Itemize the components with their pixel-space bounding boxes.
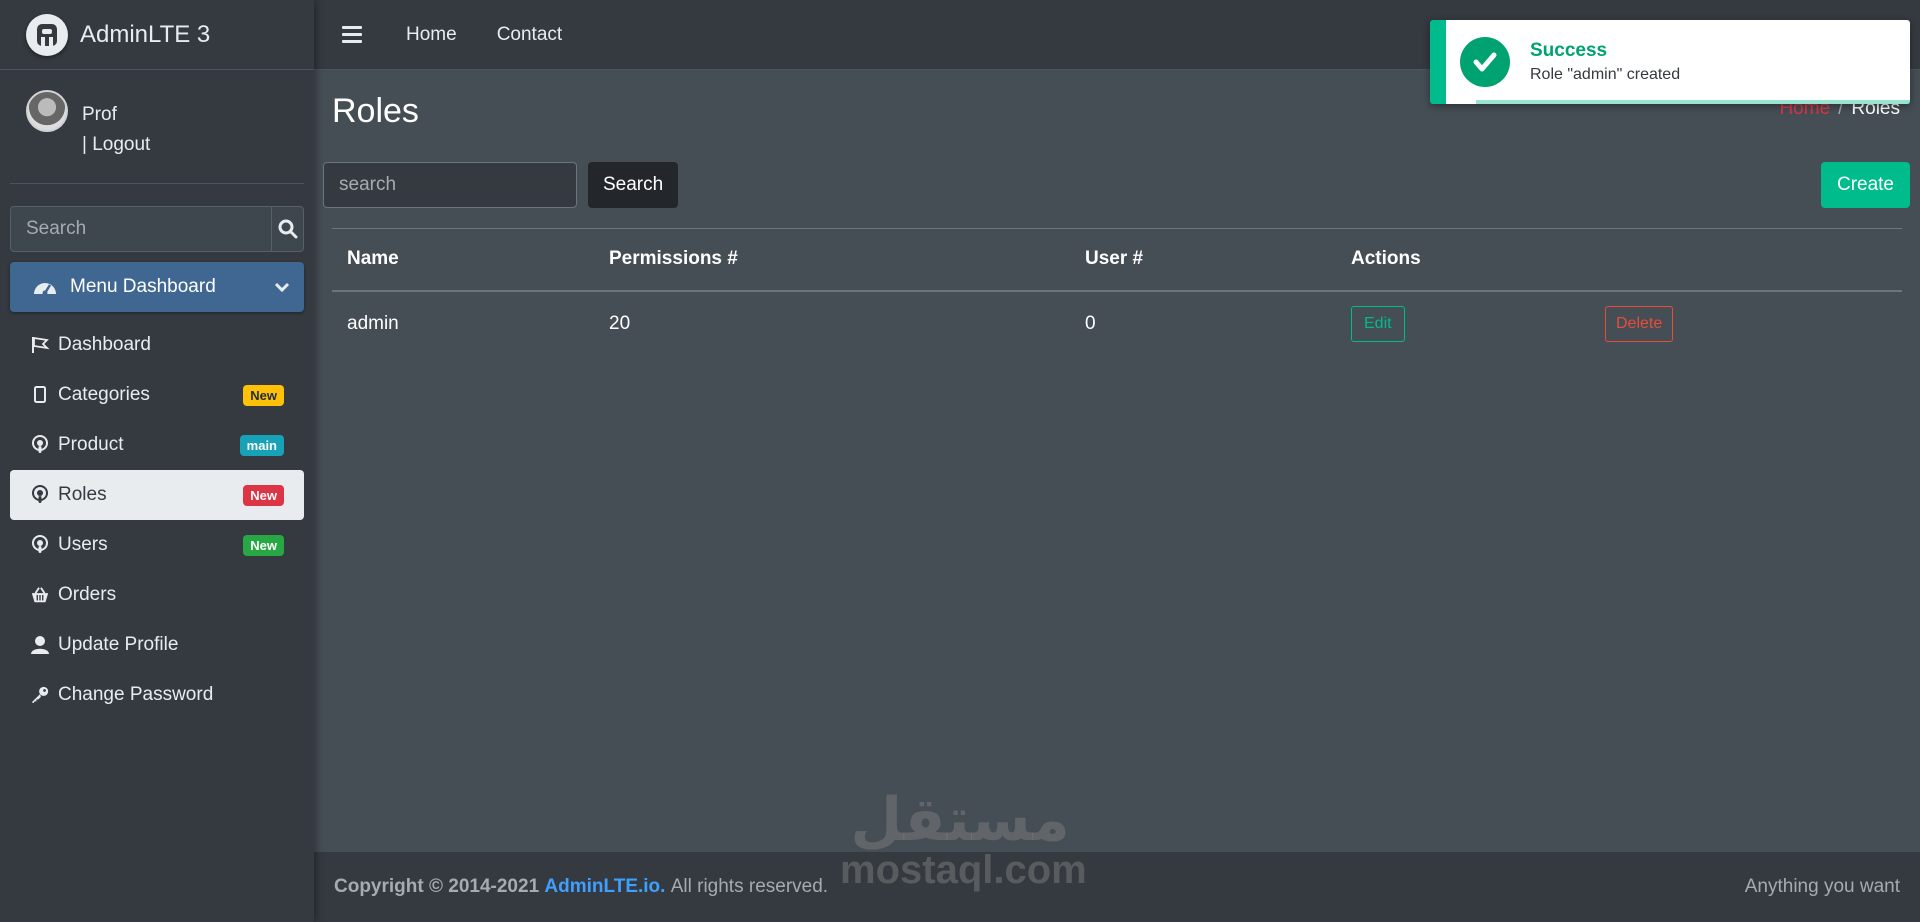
sidebar-item-orders[interactable]: Orders <box>10 570 304 620</box>
sidebar-item-label: Dashboard <box>58 334 151 355</box>
column-header-name: Name <box>332 228 594 292</box>
main-content: Roles Home/Roles Search Create Name Perm… <box>314 70 1920 852</box>
sidebar-item-update-profile[interactable]: Update Profile <box>10 620 304 670</box>
menu-dashboard-toggle[interactable]: Menu Dashboard <box>10 262 304 312</box>
success-toast[interactable]: Success Role "admin" created <box>1430 20 1910 104</box>
key-icon <box>30 685 50 705</box>
footer-brand-link[interactable]: AdminLTE.io. <box>544 876 665 898</box>
edit-button[interactable]: Edit <box>1351 306 1405 342</box>
check-circle-icon <box>1460 37 1510 87</box>
footer-copyright: Copyright © 2014-2021 <box>334 876 540 897</box>
toast-title: Success <box>1530 40 1608 61</box>
cell-delete: Delete <box>1590 291 1902 357</box>
user-icon <box>30 635 50 655</box>
sidebar-item-label: Categories <box>58 384 150 405</box>
podcast-icon <box>30 535 50 555</box>
brand-name: AdminLTE 3 <box>80 20 211 48</box>
cell-permissions: 20 <box>609 313 631 334</box>
new-badge: New <box>243 484 284 506</box>
sidebar-item-product[interactable]: Product main <box>10 420 304 470</box>
flag-icon <box>30 335 50 355</box>
sidebar-item-label: Users <box>58 534 108 555</box>
sidebar-item-label: Orders <box>58 584 117 605</box>
cell-edit: Edit <box>1336 291 1590 357</box>
user-panel: Prof | Logout <box>10 70 304 184</box>
column-header-actions: Actions <box>1336 228 1902 292</box>
column-header-users: User # <box>1070 228 1336 292</box>
table-row: admin 20 0 Edit Delete <box>332 291 1902 357</box>
new-badge: New <box>243 384 284 406</box>
nav-contact-link[interactable]: Contact <box>497 24 562 46</box>
sidebar-item-label: Product <box>58 434 124 455</box>
table-header-row: Name Permissions # User # Actions <box>332 228 1902 292</box>
sidebar-item-label: Change Password <box>58 684 214 705</box>
sidebar-search-input[interactable] <box>11 207 271 251</box>
footer-right-text: Anything you want <box>1744 876 1900 897</box>
adminlte-logo-icon <box>26 13 68 56</box>
sidebar-item-label: Update Profile <box>58 634 179 655</box>
sidebar: AdminLTE 3 Prof | Logout Menu Dashboard <box>0 0 314 922</box>
basket-icon <box>30 585 50 605</box>
footer: Copyright © 2014-2021 AdminLTE.io. All r… <box>314 852 1920 922</box>
search-row: Search <box>323 162 679 208</box>
brand[interactable]: AdminLTE 3 <box>0 0 314 70</box>
sidebar-item-label: Roles <box>58 484 107 505</box>
footer-rights: All rights reserved. <box>670 876 829 897</box>
new-badge: New <box>243 534 284 556</box>
delete-button[interactable]: Delete <box>1605 306 1674 342</box>
search-icon <box>278 219 297 239</box>
column-header-permissions: Permissions # <box>594 228 1070 292</box>
search-button[interactable]: Search <box>588 162 679 208</box>
podcast-icon <box>30 435 50 455</box>
roles-table: Name Permissions # User # Actions admin … <box>332 228 1902 357</box>
page-title: Roles <box>332 92 419 130</box>
hamburger-menu-icon[interactable] <box>342 23 366 47</box>
roles-search-input[interactable] <box>323 162 577 208</box>
sidebar-item-users[interactable]: Users New <box>10 520 304 570</box>
chevron-down-icon <box>274 282 290 293</box>
create-button[interactable]: Create <box>1820 162 1910 208</box>
sidebar-search-button[interactable] <box>271 207 303 251</box>
watermark: مستقل mostaql.com <box>840 785 1087 892</box>
sidebar-item-categories[interactable]: Categories New <box>10 370 304 420</box>
toast-progress-bar <box>1476 100 1910 104</box>
watermark-arabic: مستقل <box>850 785 1070 855</box>
sidebar-item-dashboard[interactable]: Dashboard <box>10 320 304 370</box>
cell-name: admin <box>347 313 399 334</box>
menu-dashboard-label: Menu Dashboard <box>70 276 216 297</box>
user-name[interactable]: Prof <box>82 100 150 130</box>
toast-message: Role "admin" created <box>1530 66 1681 83</box>
cell-users: 0 <box>1085 313 1096 334</box>
nav-home-link[interactable]: Home <box>406 24 457 46</box>
podcast-icon <box>30 485 50 505</box>
sidebar-item-change-password[interactable]: Change Password <box>10 670 304 720</box>
logout-link[interactable]: | Logout <box>82 130 150 160</box>
watermark-latin: mostaql.com <box>840 848 1087 892</box>
main-badge: main <box>239 434 284 456</box>
sidebar-item-roles[interactable]: Roles New <box>10 470 304 520</box>
tachometer-icon <box>34 283 56 296</box>
avatar[interactable] <box>26 90 68 132</box>
sidebar-search <box>10 206 304 252</box>
tablet-icon <box>30 385 50 405</box>
